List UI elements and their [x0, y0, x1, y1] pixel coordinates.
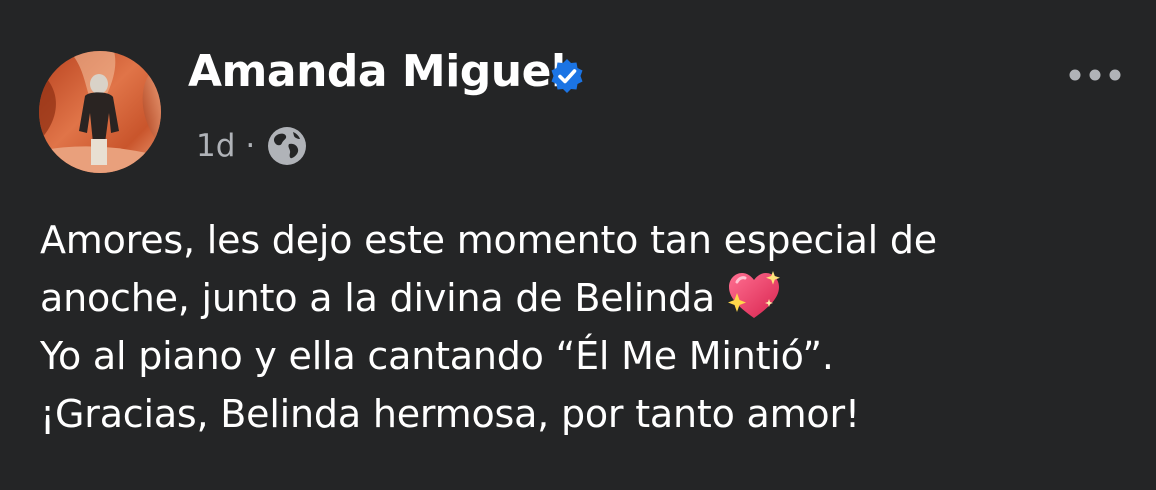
sparkling-heart-icon: [727, 271, 780, 318]
more-options-icon[interactable]: [1060, 58, 1130, 92]
post-line-text: Amores, les dejo este momento tan especi…: [40, 218, 937, 262]
post-card: Amanda Miguel 1d · Amores, les dejo este…: [0, 0, 1156, 490]
post-line-3: Yo al piano y ella cantando “Él Me Minti…: [40, 327, 1130, 385]
post-timestamp[interactable]: 1d: [196, 128, 235, 164]
author-name[interactable]: Amanda Miguel: [188, 46, 566, 97]
meta-separator: ·: [245, 128, 256, 164]
post-line-2: anoche, junto a la divina de Belinda: [40, 269, 1130, 327]
verified-badge-icon: [551, 59, 583, 93]
author-avatar[interactable]: [39, 51, 161, 173]
globe-icon[interactable]: [265, 124, 309, 168]
post-line-1: Amores, les dejo este momento tan especi…: [40, 211, 1130, 269]
profile-photo: [39, 51, 161, 173]
post-line-text: Yo al piano y ella cantando “Él Me Minti…: [40, 334, 834, 378]
post-line-text: ¡Gracias, Belinda hermosa, por tanto amo…: [40, 392, 860, 436]
post-message: Amores, les dejo este momento tan especi…: [40, 211, 1130, 443]
post-meta: 1d ·: [196, 124, 309, 168]
post-line-4: ¡Gracias, Belinda hermosa, por tanto amo…: [40, 385, 1130, 443]
post-line-text: anoche, junto a la divina de Belinda: [40, 276, 715, 320]
